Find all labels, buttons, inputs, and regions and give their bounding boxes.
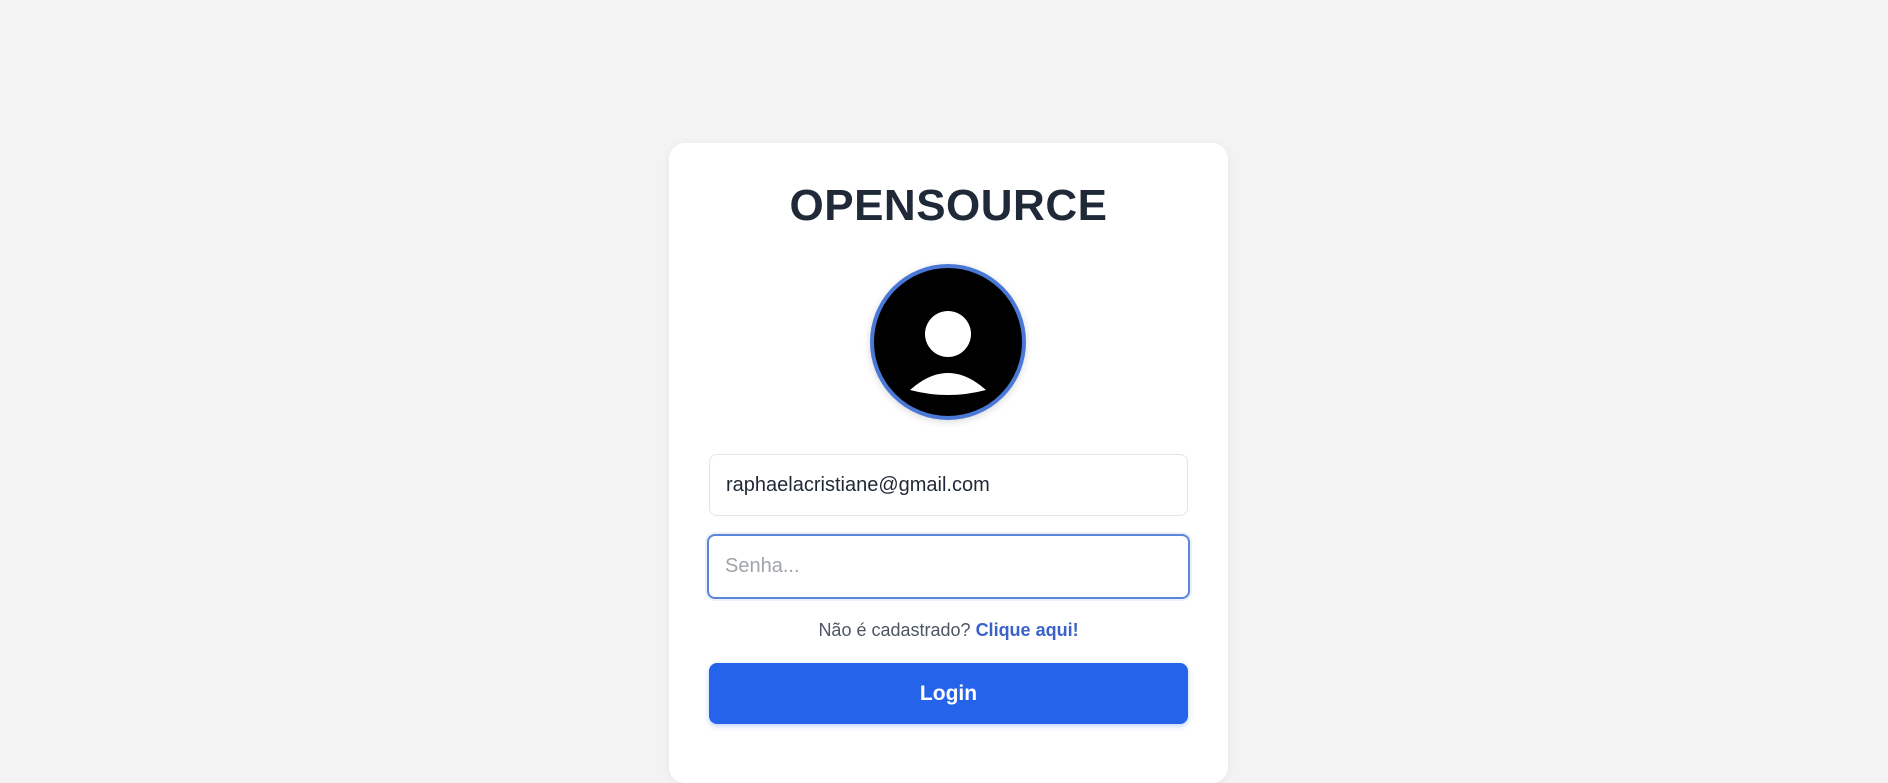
login-button[interactable]: Login	[709, 663, 1188, 724]
password-input[interactable]	[707, 534, 1190, 599]
app-title: OPENSOURCE	[789, 181, 1108, 230]
register-prompt-text: Não é cadastrado?	[818, 620, 971, 640]
avatar	[870, 264, 1026, 420]
register-prompt: Não é cadastrado? Clique aqui!	[669, 620, 1228, 641]
user-avatar-icon	[910, 311, 986, 395]
email-input[interactable]	[709, 454, 1188, 516]
login-card: OPENSOURCE Não é cadastrado? Clique aqui…	[669, 143, 1228, 783]
register-link[interactable]: Clique aqui!	[976, 620, 1079, 640]
